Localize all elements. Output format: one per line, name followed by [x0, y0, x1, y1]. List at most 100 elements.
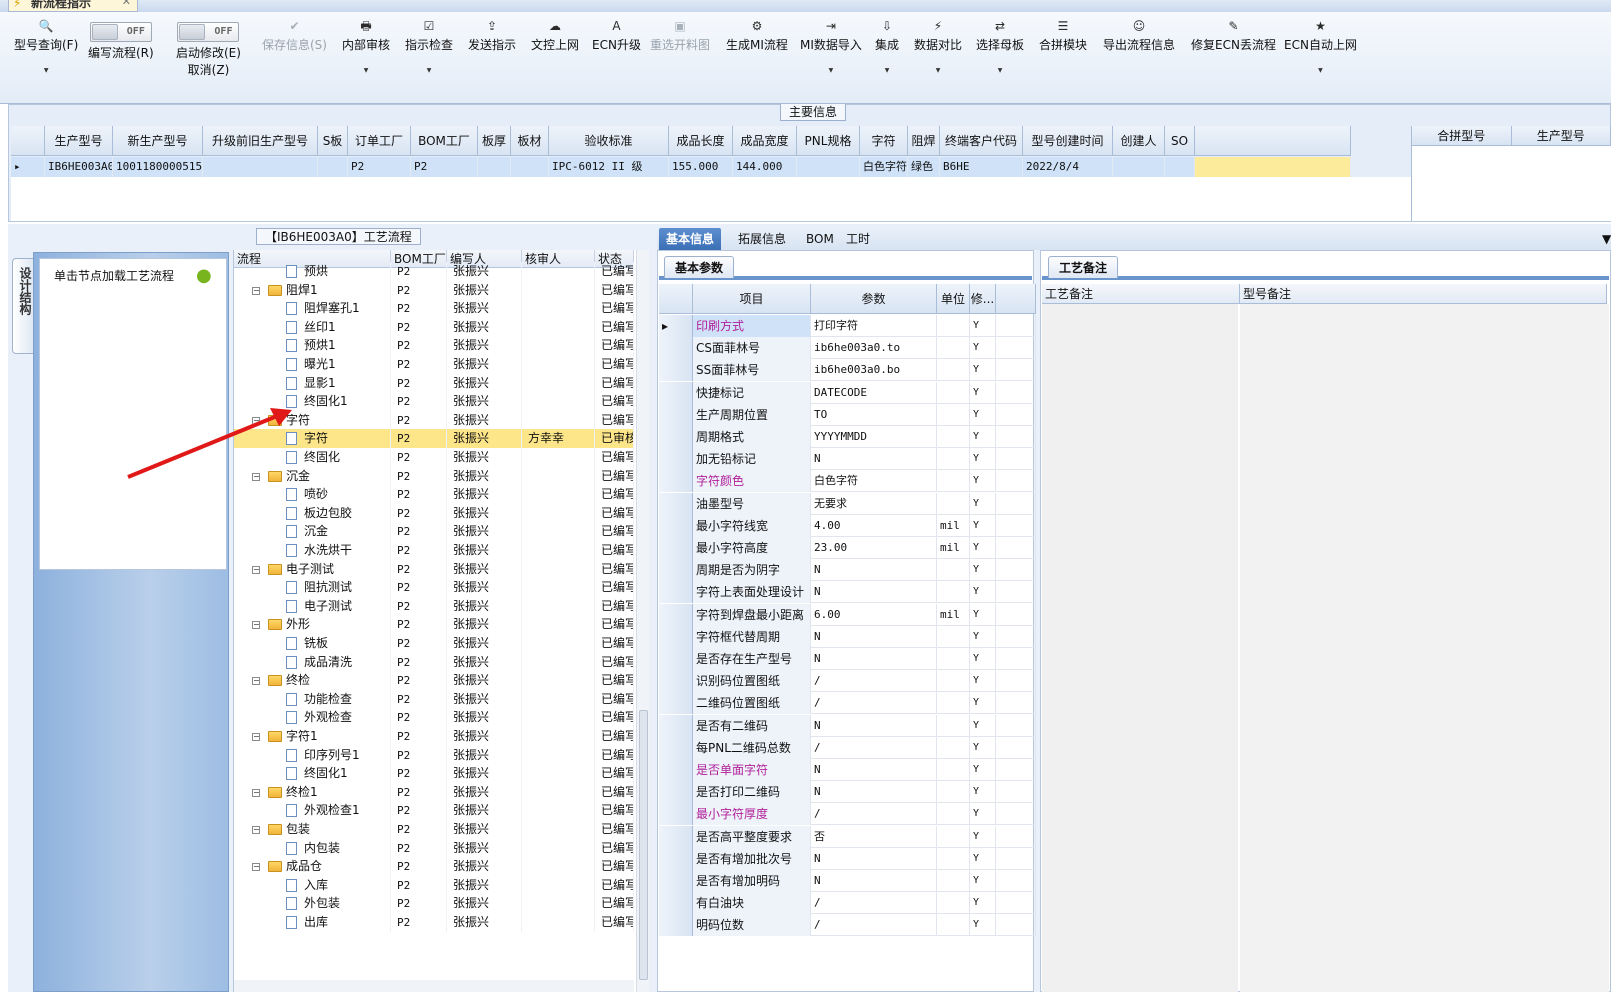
table-cell[interactable]: 白色字符 [860, 157, 908, 177]
table-cell[interactable]: 绿色 [908, 157, 940, 177]
tab-3[interactable]: 工时 [839, 228, 877, 250]
param-unit-cell[interactable] [937, 448, 970, 471]
param-value-cell[interactable]: N [811, 648, 937, 670]
column-header[interactable]: 型号创建时间 [1023, 126, 1113, 156]
column-header[interactable]: 终端客户代码 [940, 126, 1023, 156]
param-value-cell[interactable]: YYYYMMDD [811, 426, 937, 448]
tree-node[interactable]: 终固化1 [234, 764, 391, 784]
upload-button[interactable]: ☁ 文控上网 [531, 18, 579, 53]
param-row[interactable]: 字符到焊盘最小距离 6.00 mil Y [659, 603, 1036, 626]
tree-row[interactable]: − 外形 P2 张振兴 已编写 [234, 615, 634, 635]
tree-node[interactable]: − 字符1 [234, 727, 391, 746]
column-header[interactable]: PNL规格 [797, 126, 860, 156]
tree-row[interactable]: 功能检查 P2 张振兴 已编写 [234, 689, 634, 709]
tree-node[interactable]: 字符 [234, 429, 391, 449]
column-header[interactable]: 板厚 [478, 126, 511, 156]
tree-node[interactable]: 沉金 [234, 522, 391, 542]
table-cell[interactable]: B6HE [940, 157, 1023, 177]
collapse-icon[interactable]: − [252, 788, 260, 797]
tree-row[interactable]: − 字符 P2 张振兴 已编写 [234, 410, 634, 430]
tree-node[interactable]: 铣板 [234, 634, 391, 653]
tree-node[interactable]: 预烘 [234, 262, 391, 281]
check-button[interactable]: ☑ 指示检查 ▼ [405, 18, 453, 74]
param-unit-cell[interactable] [937, 359, 970, 382]
mother-button[interactable]: ⇄ 选择母板 ▼ [976, 18, 1024, 74]
tree-row[interactable]: 印序列号1 P2 张振兴 已编写 [234, 745, 634, 765]
chevron-down-icon[interactable]: ▼ [14, 67, 78, 74]
param-value-cell[interactable]: 白色字符 [811, 470, 937, 493]
tree-node[interactable]: − 电子测试 [234, 559, 391, 579]
tree-row[interactable]: − 终检1 P2 张振兴 已编写 [234, 782, 634, 802]
param-value-cell[interactable]: / [811, 670, 937, 693]
tree-row[interactable]: 预烘 P2 张振兴 已编写 [234, 262, 634, 281]
ecnauto-button[interactable]: ★ ECN自动上网 ▼ [1284, 18, 1357, 74]
param-row[interactable]: 最小字符厚度 / Y [659, 803, 1036, 826]
tree-node[interactable]: − 终检 [234, 671, 391, 691]
param-row[interactable]: 有白油块 / Y [659, 892, 1036, 915]
param-value-cell[interactable]: ib6he003a0.to [811, 337, 937, 360]
param-mod-cell[interactable]: Y [970, 670, 996, 693]
reselect-button[interactable]: ▣ 重选开料图 [650, 18, 710, 53]
param-value-cell[interactable]: N [811, 714, 937, 737]
table-cell[interactable] [1165, 157, 1195, 177]
tree-node[interactable]: − 外形 [234, 615, 391, 635]
chevron-down-icon[interactable]: ▼ [800, 67, 862, 74]
tree-node[interactable]: 终固化1 [234, 392, 391, 412]
tree-row[interactable]: − 阻焊1 P2 张振兴 已编写 [234, 280, 634, 300]
param-mod-cell[interactable]: Y [970, 803, 996, 826]
param-row[interactable]: 识别码位置图纸 / Y [659, 670, 1036, 693]
param-mod-cell[interactable]: Y [970, 426, 996, 448]
tree-node[interactable]: − 阻焊1 [234, 280, 391, 300]
param-unit-cell[interactable] [937, 492, 970, 515]
param-mod-cell[interactable]: Y [970, 914, 996, 937]
param-unit-cell[interactable] [937, 892, 970, 915]
param-value-cell[interactable]: / [811, 736, 937, 759]
param-unit-cell[interactable] [937, 581, 970, 604]
tree-node[interactable]: 功能检查 [234, 689, 391, 709]
integrate-button[interactable]: ⇩ 集成 ▼ [875, 18, 899, 74]
param-unit-cell[interactable] [937, 648, 970, 670]
merge-column-header[interactable]: 合拼型号 [1412, 126, 1512, 146]
tree-node[interactable]: 丝印1 [234, 317, 391, 337]
tree-row[interactable]: 出库 P2 张振兴 已编写 [234, 913, 634, 932]
column-header[interactable]: 升级前旧生产型号 [203, 126, 318, 156]
collapse-icon[interactable]: − [252, 826, 260, 834]
document-tab[interactable]: ⚡ 新流程指示 ✕ [8, 0, 138, 12]
param-unit-cell[interactable] [937, 315, 970, 337]
remark-column-header[interactable]: 工艺备注 [1042, 284, 1240, 304]
param-mod-cell[interactable]: Y [970, 581, 996, 604]
tree-row[interactable]: 电子测试 P2 张振兴 已编写 [234, 596, 634, 616]
tree-node[interactable]: 出库 [234, 913, 391, 932]
collapse-icon[interactable]: − [252, 733, 260, 741]
query-button[interactable]: 🔍 型号查询(F) ▼ [14, 18, 78, 74]
tree-node[interactable]: 显影1 [234, 373, 391, 393]
tree-row[interactable]: 成品清洗 P2 张振兴 已编写 [234, 652, 634, 672]
param-value-cell[interactable]: N [811, 870, 937, 892]
param-value-cell[interactable]: 无要求 [811, 492, 937, 515]
param-row[interactable]: 生产周期位置 TO Y [659, 403, 1036, 426]
param-row[interactable]: ▸ 印刷方式 打印字符 Y [659, 315, 1036, 337]
collapse-icon[interactable]: − [252, 472, 260, 481]
table-cell[interactable]: IB6HE003A0 [45, 157, 113, 177]
param-row[interactable]: 字符框代替周期 N Y [659, 625, 1036, 648]
column-header[interactable]: SO [1165, 126, 1195, 156]
table-cell[interactable] [1113, 157, 1165, 177]
vertical-scrollbar[interactable] [636, 250, 649, 992]
param-unit-cell[interactable]: mil [937, 514, 970, 537]
write-flow-toggle[interactable]: OFF [89, 22, 152, 42]
remark-tab[interactable]: 工艺备注 [1048, 256, 1119, 278]
tree-node[interactable]: 印序列号1 [234, 745, 391, 765]
chevron-down-icon[interactable]: ▼ [342, 67, 390, 74]
internal-button[interactable]: 🖶 内部审核 ▼ [342, 18, 390, 74]
tree-node[interactable]: 电子测试 [234, 596, 391, 616]
param-mod-cell[interactable]: Y [970, 492, 996, 515]
param-unit-cell[interactable] [937, 559, 970, 582]
send-button[interactable]: ⇪ 发送指示 [468, 18, 516, 53]
column-header[interactable]: 创建人 [1113, 126, 1165, 156]
param-row[interactable]: CS面菲林号 ib6he003a0.to Y [659, 337, 1036, 360]
param-value-cell[interactable]: N [811, 559, 937, 582]
tree-row[interactable]: 终固化1 P2 张振兴 已编写 [234, 392, 634, 412]
param-row[interactable]: 加无铅标记 N Y [659, 448, 1036, 471]
param-unit-cell[interactable] [937, 426, 970, 448]
table-cell[interactable]: IPC-6012 II 级 [549, 157, 669, 177]
